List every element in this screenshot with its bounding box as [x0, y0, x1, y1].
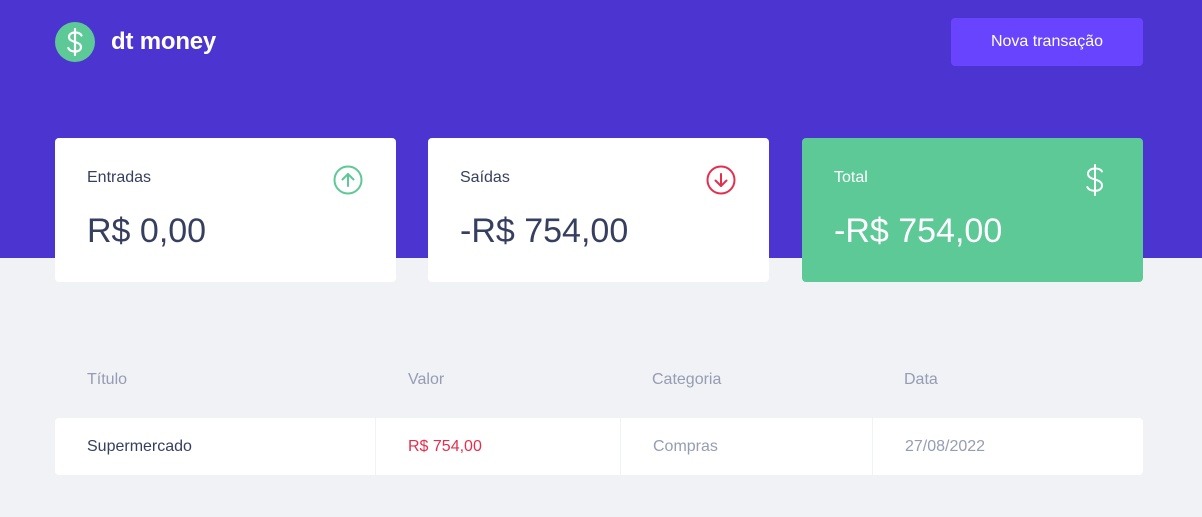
dollar-sign-icon — [1086, 164, 1104, 196]
income-label: Entradas — [87, 169, 152, 186]
cell-value: R$ 754,00 — [376, 418, 620, 475]
income-card: Entradas R$ 0,00 — [55, 138, 396, 282]
total-amount: -R$ 754,00 — [834, 212, 1003, 250]
app-name: dt money — [111, 28, 217, 55]
total-card: Total -R$ 754,00 — [802, 138, 1143, 282]
column-header-date: Data — [904, 371, 938, 388]
income-amount: R$ 0,00 — [87, 212, 207, 250]
dollar-logo-icon — [55, 22, 95, 62]
column-header-category: Categoria — [652, 371, 722, 388]
cell-date: 27/08/2022 — [873, 418, 1143, 475]
outcome-amount: -R$ 754,00 — [460, 212, 629, 250]
cell-title: Supermercado — [55, 418, 375, 475]
arrow-down-circle-icon — [706, 165, 736, 195]
cell-category: Compras — [621, 418, 872, 475]
arrow-up-circle-icon — [333, 165, 363, 195]
column-header-value: Valor — [408, 371, 445, 388]
outcome-label: Saídas — [460, 169, 510, 186]
total-label: Total — [834, 169, 868, 186]
app-logo: dt money — [55, 22, 216, 62]
column-header-title: Título — [87, 371, 128, 388]
new-transaction-button[interactable]: Nova transação — [951, 18, 1143, 66]
outcome-card: Saídas -R$ 754,00 — [428, 138, 769, 282]
table-row: Supermercado R$ 754,00 Compras 27/08/202… — [55, 418, 1143, 475]
